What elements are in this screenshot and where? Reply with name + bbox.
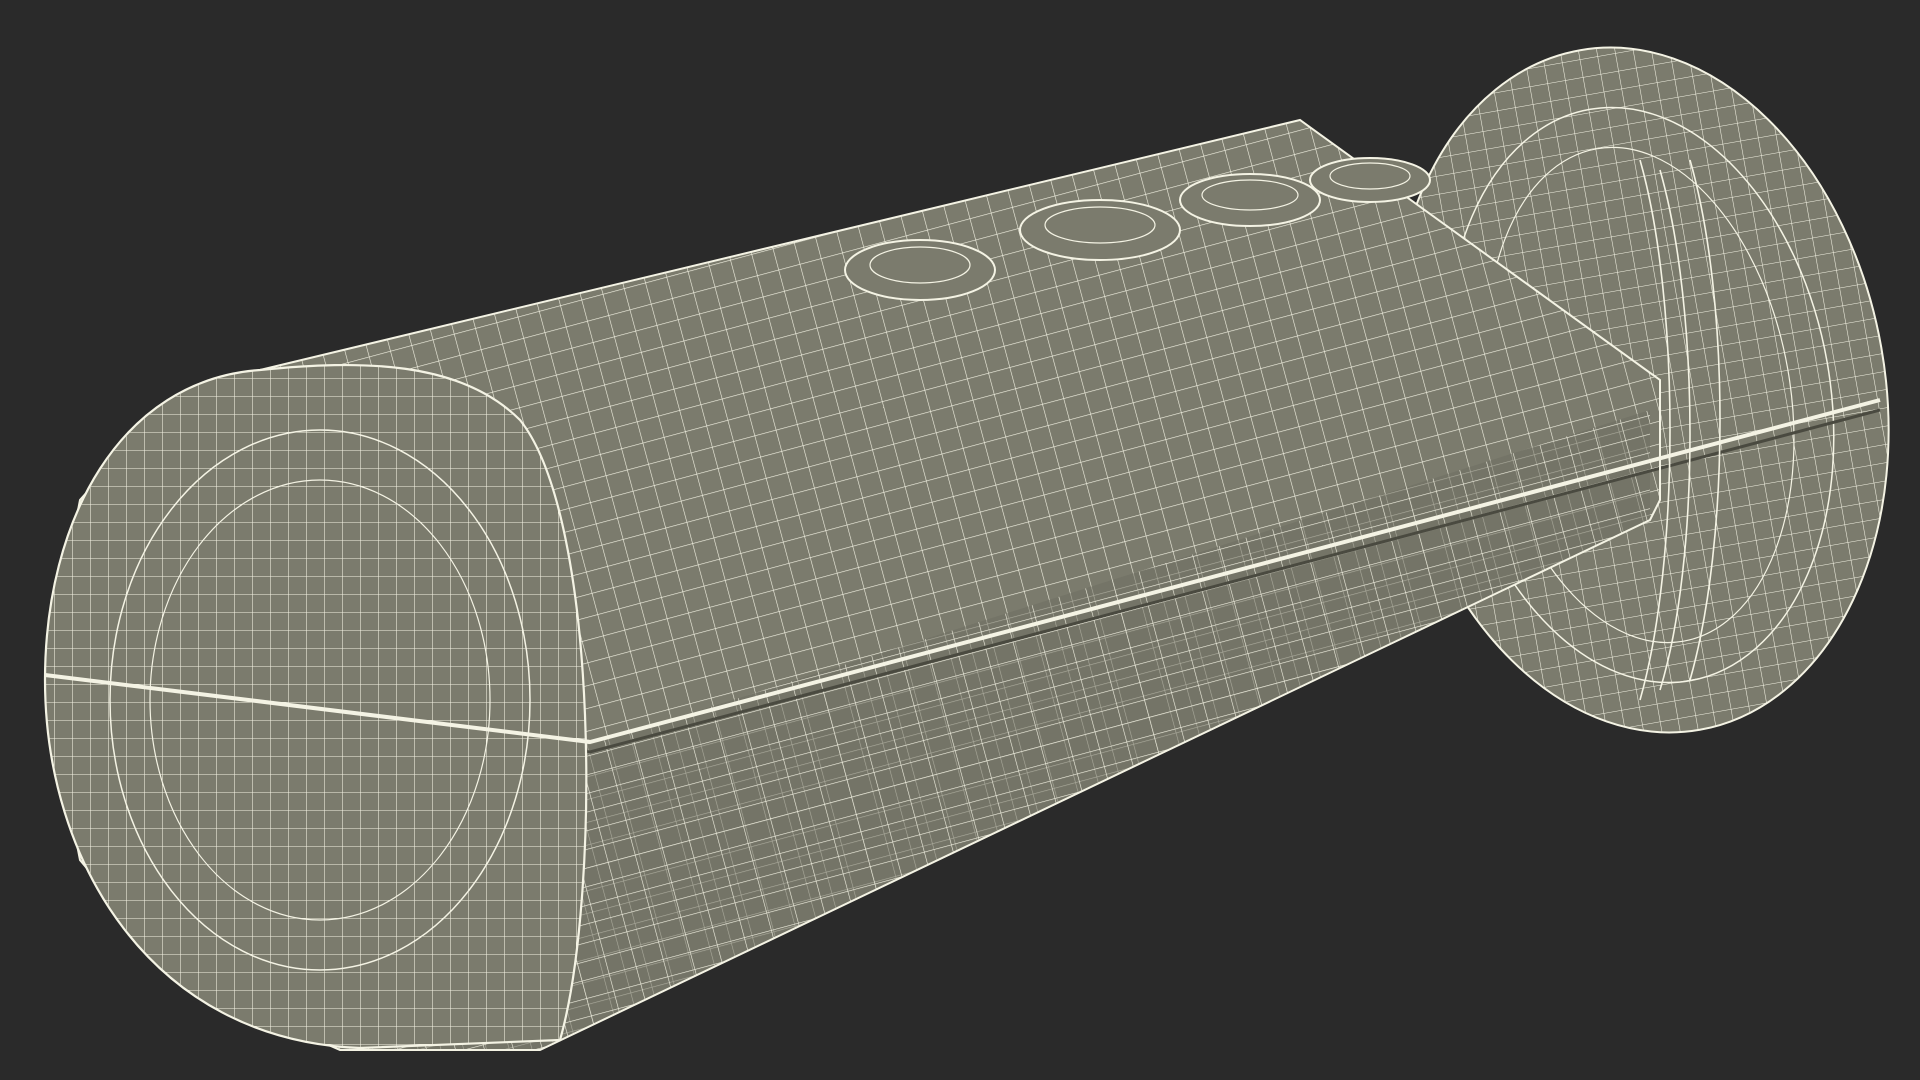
wireframe-model (43, 46, 1890, 1051)
front-end-cap (43, 363, 591, 1050)
viewport-3d[interactable] (0, 0, 1920, 1080)
